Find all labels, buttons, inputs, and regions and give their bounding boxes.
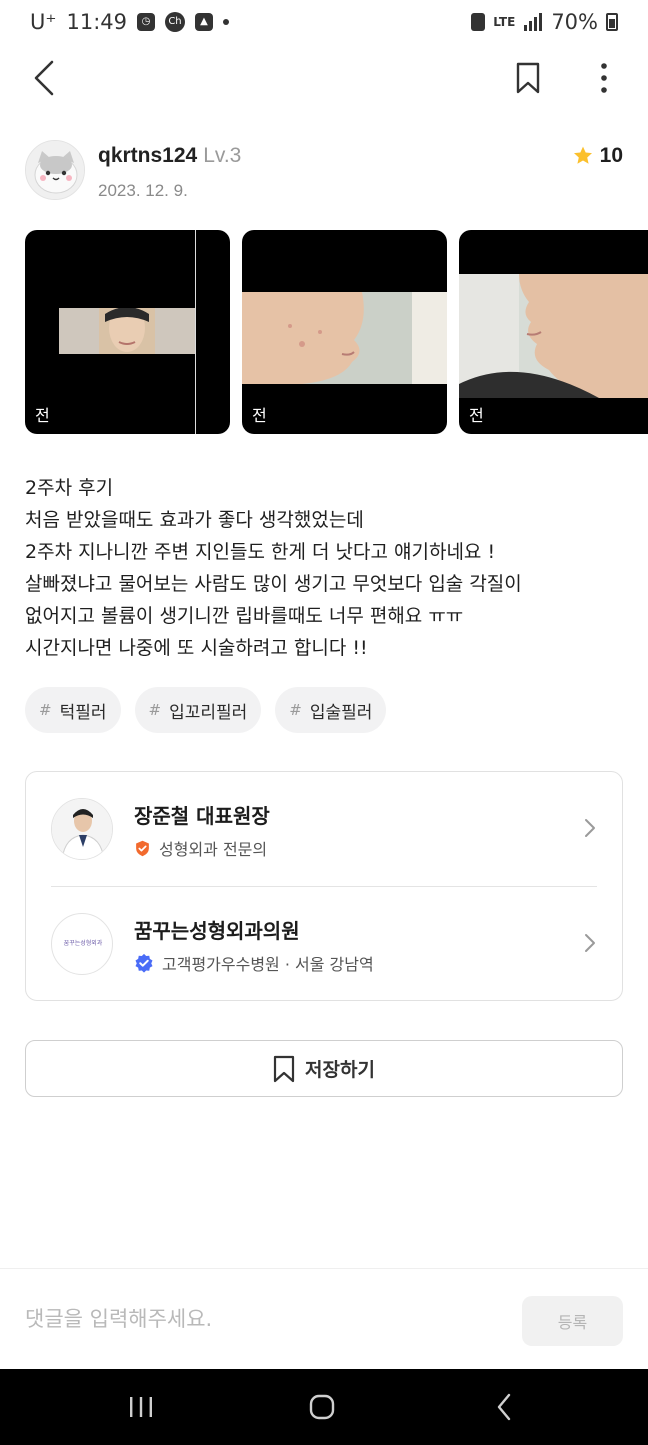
submit-comment-button[interactable]: 등록 xyxy=(522,1296,623,1346)
comment-bar: 등록 xyxy=(0,1268,648,1369)
hash-icon: # xyxy=(39,701,52,719)
tag-label: 턱필러 xyxy=(59,702,107,723)
doctor-specialty-text: 성형외과 전문의 xyxy=(159,840,268,859)
carrier-label: U⁺ xyxy=(30,10,57,34)
clinic-row[interactable]: 꿈꾸는성형외과 꿈꾸는성형외과의원 고객평가우수병원 · 서울 강남역 xyxy=(26,887,622,1001)
chat-icon: Ch xyxy=(165,12,185,32)
doctor-specialty: 성형외과 전문의 xyxy=(134,836,267,860)
recent-apps-button[interactable] xyxy=(111,1387,171,1427)
post-text-line: 2주차 후기 xyxy=(25,477,114,499)
photo-label: 전 xyxy=(469,406,484,425)
photo-3[interactable]: 전 xyxy=(459,230,648,434)
face-photo-image xyxy=(459,274,648,398)
post-text-line: 처음 받았을때도 효과가 좋다 생각했었는데 xyxy=(25,509,364,531)
author-header: qkrtns124 Lv.3 2023. 12. 9. 10 xyxy=(25,140,623,204)
android-nav-bar xyxy=(0,1369,648,1445)
user-level: Lv.3 xyxy=(203,144,242,167)
post-body: 2주차 후기 처음 받았을때도 효과가 좋다 생각했었는데 2주차 지나니깐 주… xyxy=(25,472,625,664)
back-arrow-icon xyxy=(34,60,54,96)
save-button-label: 저장하기 xyxy=(305,1059,375,1081)
photo-carousel[interactable]: 전 전 전 xyxy=(25,230,648,434)
doctor-avatar xyxy=(51,798,113,860)
status-bar: U⁺ 11:49 ◷ Ch ▲ LTE 70% xyxy=(0,0,648,44)
clinic-logo-text: 꿈꾸는성형외과 xyxy=(63,940,103,947)
battery-percent: 70% xyxy=(551,10,598,34)
gallery-icon: ▲ xyxy=(195,13,213,31)
tag-list: # 턱필러 # 입꼬리필러 # 입술필러 xyxy=(25,687,387,733)
username[interactable]: qkrtns124 Lv.3 xyxy=(98,144,241,168)
post-date: 2023. 12. 9. xyxy=(98,181,188,200)
chevron-right-icon xyxy=(585,819,595,837)
cat-avatar-icon xyxy=(26,141,84,199)
doctor-row[interactable]: 장준철 대표원장 성형외과 전문의 xyxy=(26,772,622,886)
home-icon xyxy=(309,1394,335,1420)
photo-label: 전 xyxy=(252,406,267,425)
notification-dot-icon xyxy=(223,19,229,25)
back-button[interactable] xyxy=(22,56,66,100)
post-text-line: 시간지나면 나중에 또 시술하려고 합니다 !! xyxy=(25,637,368,659)
save-button[interactable]: 저장하기 xyxy=(25,1040,623,1097)
recent-apps-icon xyxy=(130,1397,152,1417)
bookmark-icon xyxy=(516,62,540,94)
system-back-button[interactable] xyxy=(474,1387,534,1427)
face-photo-image xyxy=(242,292,447,384)
clinic-info: 고객평가우수병원 · 서울 강남역 xyxy=(134,951,374,975)
rating-value: 10 xyxy=(599,144,623,167)
rating: 10 xyxy=(572,144,623,168)
status-right: LTE 70% xyxy=(471,10,618,34)
clinic-info-text: 고객평가우수병원 · 서울 강남역 xyxy=(162,955,374,974)
hash-icon: # xyxy=(289,701,302,719)
home-button[interactable] xyxy=(292,1387,352,1427)
face-photo-image xyxy=(59,308,195,354)
specialist-badge-icon xyxy=(136,840,149,856)
status-left: U⁺ 11:49 ◷ Ch ▲ xyxy=(30,10,229,34)
avatar[interactable] xyxy=(25,140,85,200)
cleaner-icon xyxy=(471,13,486,31)
tag-mouth-corner-filler[interactable]: # 입꼬리필러 xyxy=(134,687,262,733)
photo-divider xyxy=(195,230,196,434)
hash-icon: # xyxy=(148,701,162,719)
clinic-logo: 꿈꾸는성형외과 xyxy=(51,913,113,975)
photo-label: 전 xyxy=(35,406,50,425)
star-icon xyxy=(573,146,592,164)
username-text: qkrtns124 xyxy=(98,144,198,167)
post-text-line: 2주차 지나니깐 주변 지인들도 한게 더 낫다고 얘기하네요 ! xyxy=(25,541,496,563)
battery-icon xyxy=(606,13,618,31)
doctor-photo-image xyxy=(52,799,112,859)
bookmark-icon xyxy=(273,1055,295,1082)
clock-icon: ◷ xyxy=(137,13,155,31)
more-button[interactable] xyxy=(582,56,626,100)
clock-time: 11:49 xyxy=(66,10,127,34)
comment-input[interactable] xyxy=(25,1299,495,1339)
doctor-clinic-card: 장준철 대표원장 성형외과 전문의 꿈꾸는성형외과 꿈꾸는성형외과의원 고객평가… xyxy=(25,771,623,1001)
signal-icon xyxy=(524,13,543,31)
more-vertical-icon xyxy=(601,63,607,93)
tag-lip-filler[interactable]: # 입술필러 xyxy=(275,687,387,733)
post-text-line: 살빠졌냐고 물어보는 사람도 많이 생기고 무엇보다 입술 각질이 xyxy=(25,573,522,595)
tag-chin-filler[interactable]: # 턱필러 xyxy=(25,687,121,733)
back-icon xyxy=(497,1393,511,1421)
bookmark-button[interactable] xyxy=(506,56,550,100)
lte-icon: LTE xyxy=(493,14,516,29)
verified-badge-icon xyxy=(135,953,153,973)
post-text-line: 없어지고 볼륨이 생기니깐 립바를때도 너무 편해요 ㅠㅠ xyxy=(25,605,464,627)
doctor-name: 장준철 대표원장 xyxy=(134,804,270,828)
photo-1[interactable]: 전 xyxy=(25,230,230,434)
tag-label: 입꼬리필러 xyxy=(169,702,248,723)
tag-label: 입술필러 xyxy=(309,702,373,723)
top-nav xyxy=(0,50,648,106)
chevron-right-icon xyxy=(585,934,595,952)
clinic-name: 꿈꾸는성형외과의원 xyxy=(134,919,300,943)
photo-2[interactable]: 전 xyxy=(242,230,447,434)
